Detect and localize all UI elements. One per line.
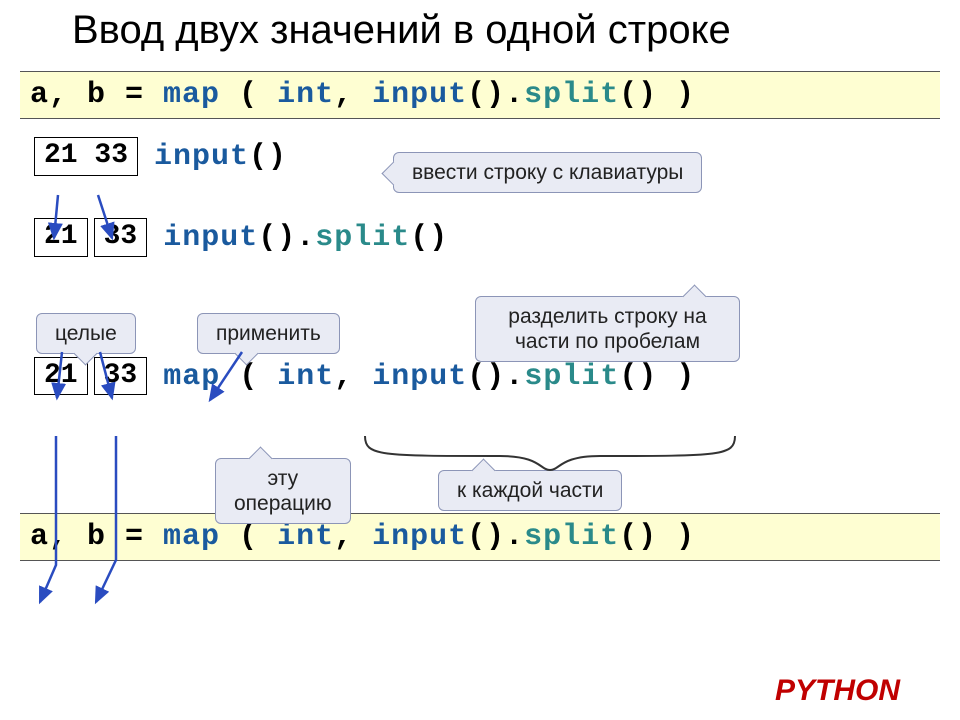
callout-integers: целые	[36, 313, 136, 354]
code-token: (	[220, 360, 277, 394]
callout-keyboard: ввести строку с клавиатуры	[393, 152, 702, 193]
code-token: map	[163, 520, 220, 554]
code-token: int	[277, 520, 334, 554]
code-token: input	[372, 520, 467, 554]
code-top: a, b = map ( int, input().split() )	[20, 71, 940, 119]
code-token: ()	[410, 221, 448, 255]
callout-each-part: к каждой части	[438, 470, 622, 511]
code-token: ().	[258, 221, 315, 255]
code-inline: input()	[154, 137, 287, 175]
value-box: 33	[94, 218, 148, 257]
value-box: 33	[94, 357, 148, 396]
code-token: map	[163, 78, 220, 112]
code-token: ().	[467, 78, 524, 112]
value-box: 21	[34, 218, 88, 257]
value-box: 21	[34, 357, 88, 396]
callout-this-op: эту операцию	[215, 458, 351, 524]
code-token: map	[163, 360, 220, 394]
code-token: (	[220, 78, 277, 112]
slide-title: Ввод двух значений в одной строке	[0, 0, 960, 71]
code-bottom: a, b = map ( int, input().split() )	[20, 513, 940, 561]
python-label: PYTHON	[775, 674, 900, 708]
code-token: ,	[334, 520, 372, 554]
code-token: ,	[334, 78, 372, 112]
code-token: () )	[619, 520, 695, 554]
row-map: 21 33 map ( int, input().split() )	[34, 357, 960, 396]
code-token: split	[524, 78, 619, 112]
value-box-pair: 21 33	[34, 357, 147, 396]
row-split: 21 33 input().split()	[34, 218, 960, 257]
code-token: input	[154, 140, 249, 174]
code-inline: input().split()	[163, 218, 448, 256]
code-token: input	[372, 360, 467, 394]
code-token: () )	[619, 78, 695, 112]
code-token: ().	[467, 360, 524, 394]
code-token: a, b =	[30, 78, 163, 112]
code-token: ,	[334, 360, 372, 394]
code-token: input	[372, 78, 467, 112]
code-token: ()	[249, 140, 287, 174]
code-token: ().	[467, 520, 524, 554]
code-token: a, b =	[30, 520, 163, 554]
value-box: 21 33	[34, 137, 138, 176]
value-box-pair: 21 33	[34, 218, 147, 257]
code-token: split	[315, 221, 410, 255]
code-token: int	[277, 360, 334, 394]
callout-apply: применить	[197, 313, 340, 354]
code-token: (	[220, 520, 277, 554]
code-token: () )	[619, 360, 695, 394]
code-token: input	[163, 221, 258, 255]
callout-split: разделить строку на части по пробелам	[475, 296, 740, 362]
code-token: split	[524, 520, 619, 554]
code-token: int	[277, 78, 334, 112]
code-token: split	[524, 360, 619, 394]
